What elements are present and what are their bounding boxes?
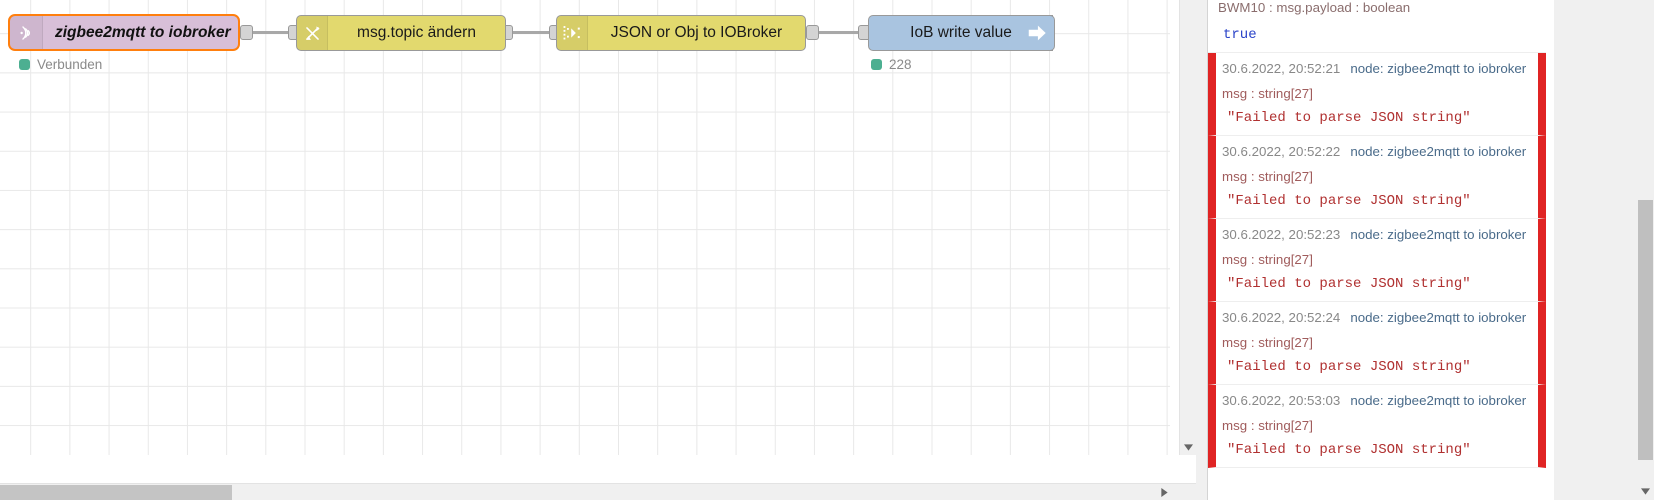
canvas-vertical-scrollbar[interactable]: [1179, 0, 1196, 455]
node-label: msg.topic ändern: [357, 24, 476, 41]
json-convert-icon: [557, 16, 588, 50]
canvas-hscroll-thumb[interactable]: [0, 485, 232, 500]
debug-message-value: "Failed to parse JSON string": [1227, 193, 1471, 209]
panel-divider: [1196, 0, 1207, 500]
debug-message-property: msg : string[27]: [1222, 335, 1313, 350]
debug-message-value: "Failed to parse JSON string": [1227, 276, 1471, 292]
scroll-right-arrow-icon[interactable]: [1156, 484, 1172, 500]
node-msg-topic-aendern[interactable]: msg.topic ändern: [296, 15, 506, 51]
node-status-iob: 228: [871, 57, 912, 72]
debug-vscroll-thumb[interactable]: [1638, 200, 1653, 460]
debug-message-header: 30.6.2022, 20:52:23 node: zigbee2mqtt to …: [1222, 227, 1528, 242]
debug-message-value: true: [1223, 27, 1257, 43]
debug-timestamp: 30.6.2022, 20:52:23: [1222, 227, 1341, 242]
debug-timestamp: 30.6.2022, 20:52:24: [1222, 310, 1341, 325]
canvas-grid: [0, 0, 1170, 455]
debug-message-value: "Failed to parse JSON string": [1227, 359, 1471, 375]
node-json-or-obj-to-iobroker[interactable]: JSON or Obj to IOBroker: [556, 15, 806, 51]
status-text: 228: [889, 57, 912, 72]
debug-timestamp: 30.6.2022, 20:53:03: [1222, 393, 1341, 408]
debug-timestamp: 30.6.2022, 20:52:22: [1222, 144, 1341, 159]
debug-node-name: node: zigbee2mqtt to iobroker: [1350, 393, 1527, 408]
debug-message[interactable]: BWM10 : msg.payload : boolean true: [1208, 0, 1546, 53]
scroll-down-arrow-icon[interactable]: [1637, 483, 1653, 500]
canvas-horizontal-scrollbar[interactable]: [0, 483, 1196, 500]
debug-message-header: 30.6.2022, 20:52:24 node: zigbee2mqtt to …: [1222, 310, 1528, 325]
status-dot-icon: [871, 59, 882, 70]
debug-sidebar[interactable]: BWM10 : msg.payload : boolean true 30.6.…: [1207, 0, 1654, 500]
debug-timestamp: 30.6.2022, 20:52:21: [1222, 61, 1341, 76]
node-label: zigbee2mqtt to iobroker: [55, 23, 231, 41]
debug-vertical-scrollbar[interactable]: [1637, 0, 1654, 500]
debug-message-header: 30.6.2022, 20:52:22 node: zigbee2mqtt to …: [1222, 144, 1528, 159]
node-status-mqtt: Verbunden: [19, 57, 102, 72]
flow-canvas[interactable]: zigbee2mqtt to iobroker Verbunden msg.to…: [0, 0, 1196, 500]
debug-message-property: msg : string[27]: [1222, 169, 1313, 184]
swap-arrows-icon: [297, 16, 328, 50]
arrow-right-icon[interactable]: [1019, 15, 1055, 51]
debug-message-property: msg : string[27]: [1222, 86, 1313, 101]
debug-message-header: BWM10 : msg.payload : boolean: [1218, 0, 1411, 15]
debug-message-value: "Failed to parse JSON string": [1227, 110, 1471, 126]
node-red-editor: zigbee2mqtt to iobroker Verbunden msg.to…: [0, 0, 1654, 500]
node-label: JSON or Obj to IOBroker: [610, 24, 783, 41]
debug-message-header: 30.6.2022, 20:52:21 node: zigbee2mqtt to …: [1222, 61, 1528, 76]
mqtt-signal-icon: [10, 16, 43, 49]
scroll-down-arrow-icon[interactable]: [1180, 439, 1196, 455]
debug-panel-background: [1554, 0, 1639, 500]
status-dot-icon: [19, 59, 30, 70]
debug-node-name: node: zigbee2mqtt to iobroker: [1350, 227, 1527, 242]
debug-message-property: msg : string[27]: [1222, 252, 1313, 267]
status-text: Verbunden: [37, 57, 103, 72]
debug-message-value: "Failed to parse JSON string": [1227, 442, 1471, 458]
port-out-mqtt[interactable]: [240, 25, 253, 40]
debug-message[interactable]: 30.6.2022, 20:52:21 node: zigbee2mqtt to …: [1208, 53, 1546, 136]
debug-message-property: msg : string[27]: [1222, 418, 1313, 433]
debug-message[interactable]: 30.6.2022, 20:52:24 node: zigbee2mqtt to …: [1208, 302, 1546, 385]
debug-node-name: node: zigbee2mqtt to iobroker: [1350, 144, 1527, 159]
node-zigbee2mqtt-to-iobroker[interactable]: zigbee2mqtt to iobroker: [8, 14, 240, 51]
debug-message-header: 30.6.2022, 20:53:03 node: zigbee2mqtt to …: [1222, 393, 1528, 408]
debug-message[interactable]: 30.6.2022, 20:53:03 node: zigbee2mqtt to …: [1208, 385, 1546, 468]
debug-node-name: node: zigbee2mqtt to iobroker: [1350, 310, 1527, 325]
debug-node-name: node: zigbee2mqtt to iobroker: [1350, 61, 1527, 76]
port-out-json[interactable]: [806, 25, 819, 40]
debug-message[interactable]: 30.6.2022, 20:52:22 node: zigbee2mqtt to …: [1208, 136, 1546, 219]
debug-message[interactable]: 30.6.2022, 20:52:23 node: zigbee2mqtt to …: [1208, 219, 1546, 302]
